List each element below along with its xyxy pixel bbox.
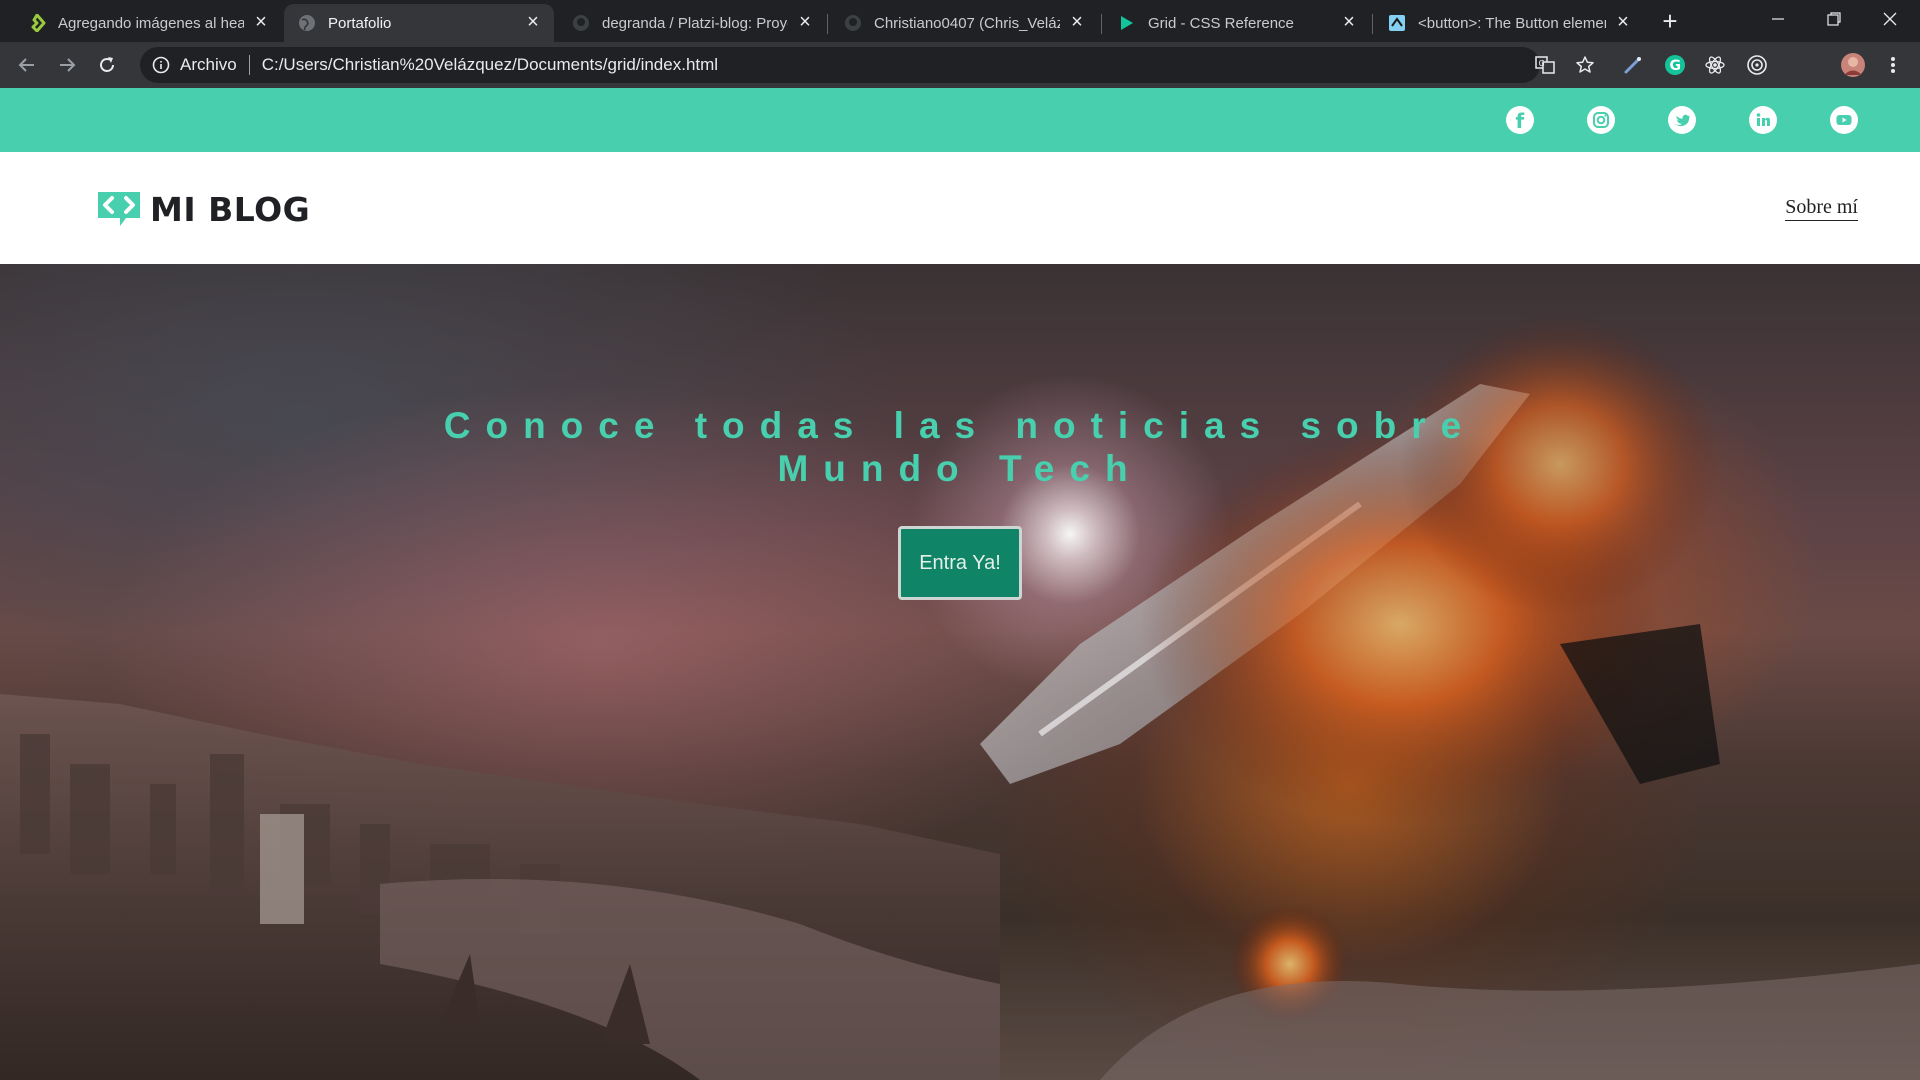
tab-strip: Agregando imágenes al header × Portafoli… [0, 0, 1920, 42]
tab-grid-css[interactable]: Grid - CSS Reference × [1104, 4, 1370, 42]
new-tab-button[interactable]: + [1656, 8, 1684, 36]
address-divider [248, 55, 250, 75]
extension-target-icon[interactable] [1744, 52, 1770, 78]
svg-text:G: G [1670, 58, 1682, 74]
close-icon[interactable]: × [1068, 12, 1086, 32]
tab-platzi[interactable]: Agregando imágenes al header × [14, 4, 282, 42]
tab-portafolio[interactable]: Portafolio × [284, 4, 554, 42]
minimize-button[interactable] [1748, 0, 1808, 38]
logo-text: MI BLOG [150, 189, 311, 229]
platzi-icon [28, 14, 46, 32]
reload-icon [100, 57, 114, 72]
grammarly-icon[interactable]: G [1662, 52, 1688, 78]
address-bar[interactable]: Archivo C:/Users/Christian%20Velázquez/D… [140, 47, 1540, 83]
tab-title: Portafolio [328, 14, 392, 32]
cssreference-icon [1118, 14, 1136, 32]
reload-button[interactable] [92, 50, 122, 80]
hero-background-image [0, 314, 1920, 1080]
nav-about-link[interactable]: Sobre mí [1785, 196, 1858, 221]
tab-christiano[interactable]: Christiano0407 (Chris_Velázquez) × [830, 4, 1098, 42]
avatar[interactable] [1840, 52, 1866, 78]
facebook-icon[interactable]: f [1506, 106, 1534, 134]
close-icon[interactable]: × [252, 12, 270, 32]
color-picker-icon[interactable] [1620, 52, 1646, 78]
close-icon[interactable]: × [1340, 12, 1358, 32]
tab-title: degranda / Platzi-blog: Proyecto [602, 14, 788, 32]
instagram-icon[interactable] [1587, 106, 1615, 134]
logo[interactable]: MI BLOG [94, 188, 310, 230]
close-window-button[interactable] [1860, 0, 1920, 38]
tab-mdn-button[interactable]: <button>: The Button element × [1374, 4, 1644, 42]
tab-separator [1372, 14, 1373, 34]
tab-title: <button>: The Button element [1418, 14, 1606, 32]
close-icon[interactable]: × [1614, 12, 1632, 32]
react-devtools-icon[interactable] [1702, 52, 1728, 78]
address-url[interactable]: C:/Users/Christian%20Velázquez/Documents… [262, 55, 718, 75]
restore-button[interactable] [1804, 0, 1864, 38]
page-viewport: f MI BLOG Sobre mí Conoce todas las noti… [0, 88, 1920, 1080]
social-bar: f [0, 88, 1920, 152]
forward-button[interactable] [52, 50, 82, 80]
enter-button[interactable]: Entra Ya! [898, 526, 1022, 600]
back-button[interactable] [12, 50, 42, 80]
arrow-right-icon [60, 58, 76, 72]
site-header: MI BLOG Sobre mí [0, 152, 1920, 264]
github-icon [572, 14, 590, 32]
mdn-icon [1388, 14, 1406, 32]
arrow-left-icon [18, 58, 34, 72]
more-vert-icon[interactable] [1880, 52, 1906, 78]
code-bubble-icon [98, 192, 140, 226]
close-icon[interactable]: × [796, 12, 814, 32]
tab-title: Christiano0407 (Chris_Velázquez) [874, 14, 1060, 32]
hero-title-line-2: Mundo Tech [777, 448, 1143, 489]
tab-title: Agregando imágenes al header [58, 14, 244, 32]
close-icon[interactable]: × [524, 12, 542, 32]
hero-title-line-1: Conoce todas las noticias sobre [443, 405, 1477, 446]
tab-title: Grid - CSS Reference [1148, 14, 1294, 32]
tab-separator [1101, 14, 1102, 34]
tab-platzi-blog[interactable]: degranda / Platzi-blog: Proyecto × [558, 4, 826, 42]
twitter-icon[interactable] [1668, 106, 1696, 134]
hero-title: Conoce todas las noticias sobre Mundo Te… [360, 404, 1560, 490]
globe-icon [298, 14, 316, 32]
svg-text:f: f [1516, 109, 1525, 133]
address-scheme: Archivo [180, 55, 237, 74]
star-icon[interactable] [1572, 52, 1598, 78]
youtube-icon[interactable] [1830, 106, 1858, 134]
github-icon [844, 14, 862, 32]
svg-text:G: G [1539, 59, 1545, 68]
info-icon[interactable] [152, 56, 170, 74]
browser-toolbar: Archivo C:/Users/Christian%20Velázquez/D… [0, 42, 1920, 88]
hero-section: Conoce todas las noticias sobre Mundo Te… [0, 264, 1920, 1080]
linkedin-icon[interactable] [1749, 106, 1777, 134]
translate-icon[interactable]: G [1532, 52, 1558, 78]
tab-separator [827, 14, 828, 34]
